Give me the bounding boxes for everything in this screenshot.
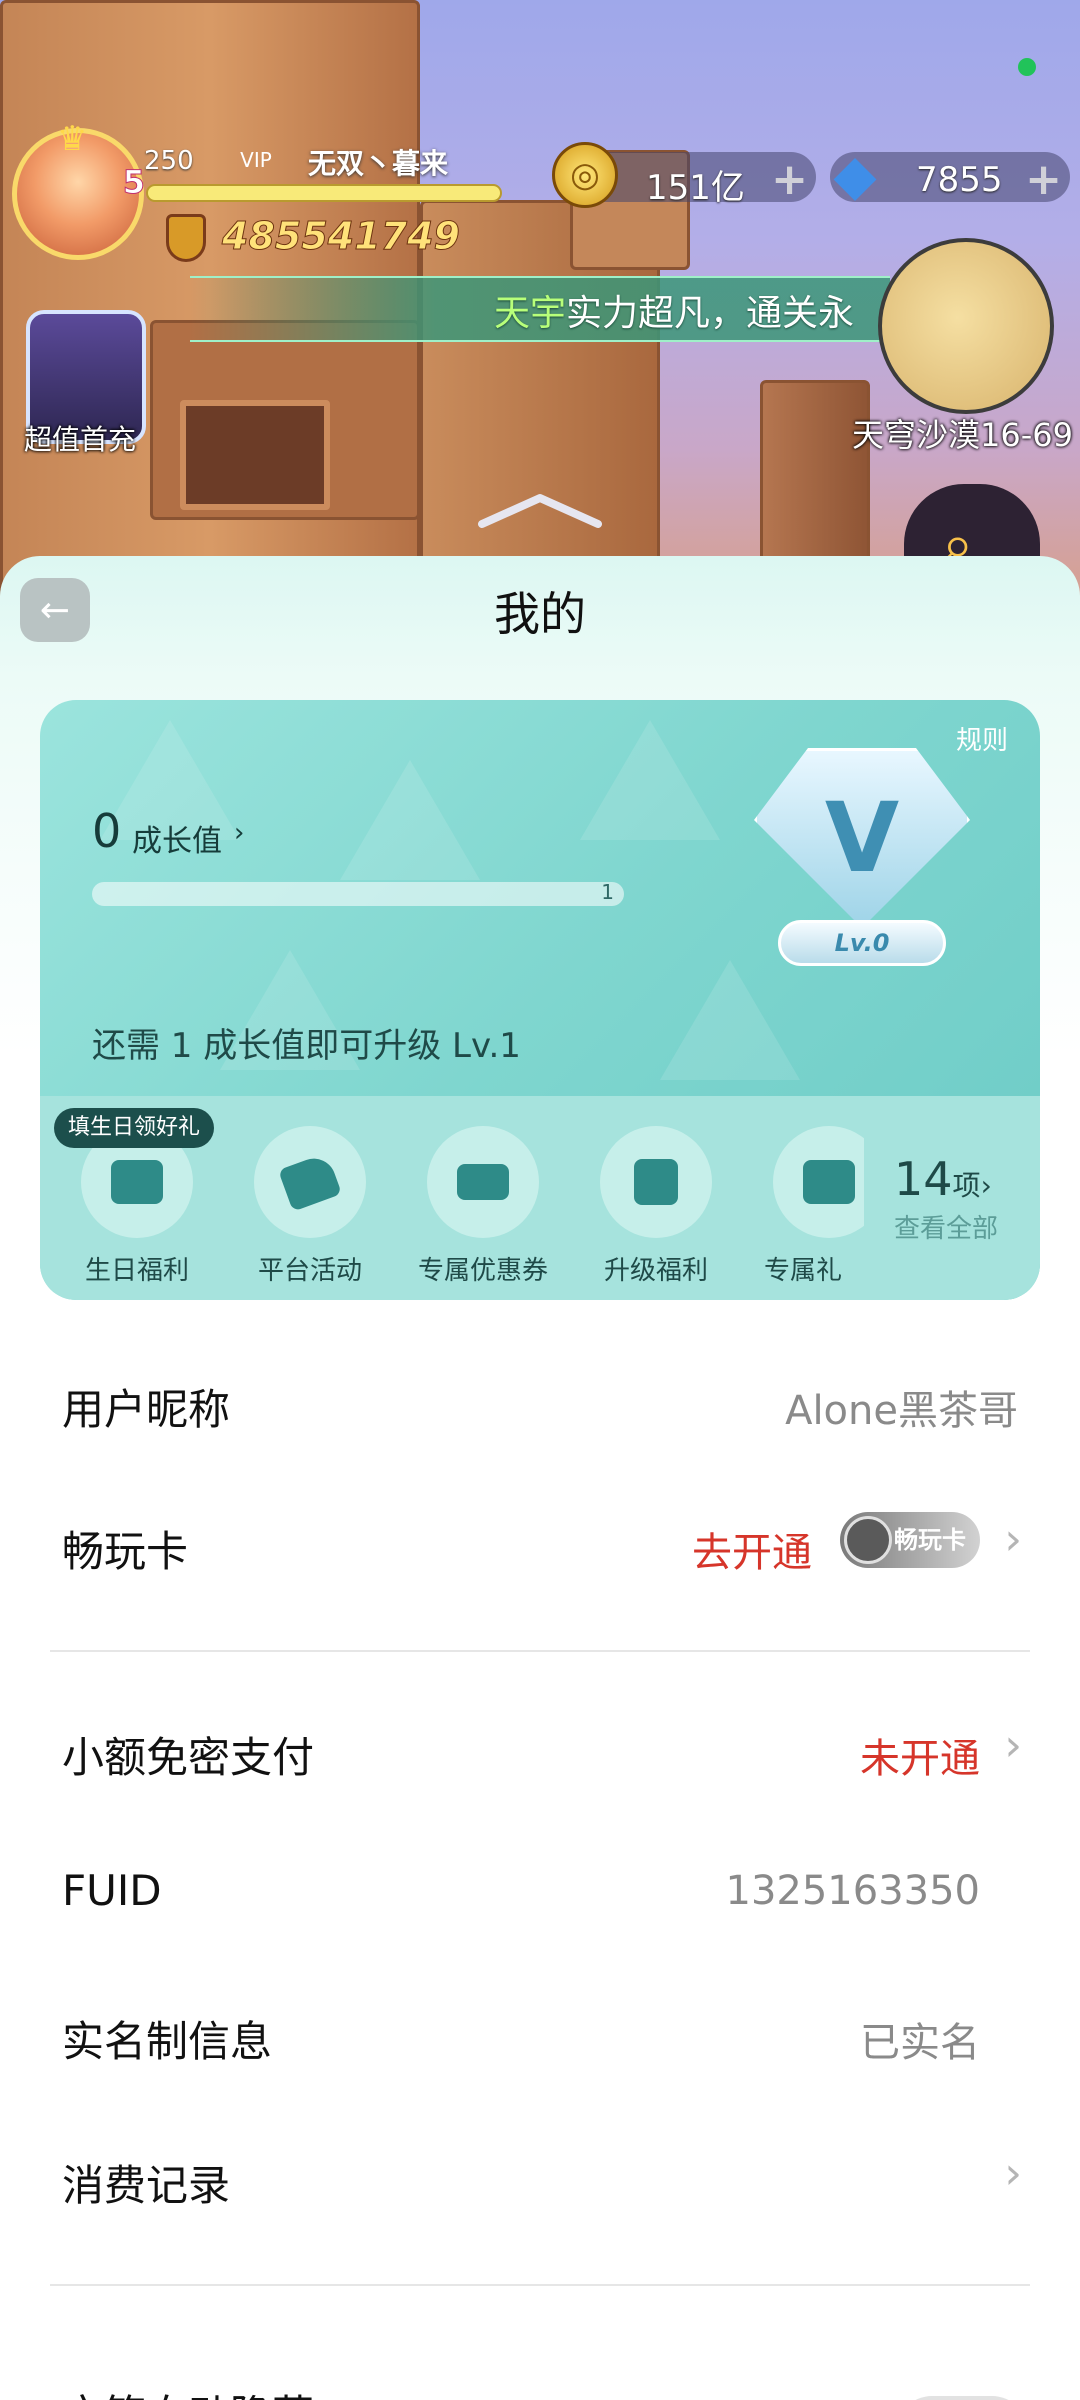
decor-triangle bbox=[340, 760, 480, 880]
ruin-window bbox=[180, 400, 330, 510]
benefit-label: 平台活动 bbox=[257, 1256, 362, 1286]
player-name: 无双丶暮来 bbox=[308, 147, 449, 180]
power-shield-icon bbox=[166, 214, 206, 262]
vip-level-label: Lv.0 bbox=[778, 920, 946, 966]
benefit-label: 专属优惠券 bbox=[417, 1256, 548, 1286]
benefit-birthday[interactable]: 生日福利 bbox=[62, 1126, 212, 1287]
purchase-history-label: 消费记录 bbox=[62, 2161, 231, 2210]
progress-target: 1 bbox=[601, 880, 614, 904]
vip-level-badge: V Lv.0 bbox=[748, 748, 976, 980]
chevron-right-icon: › bbox=[980, 1169, 992, 1202]
my-account-sheet: ← 我的 规则 0 成长值 › 1 V Lv.0 还需 1 成长值即可升级 Lv… bbox=[0, 556, 1080, 2400]
growth-arrow-icon[interactable]: › bbox=[234, 818, 244, 848]
player-level: 250 bbox=[144, 146, 194, 176]
benefit-strip: 填生日领好礼 生日福利 平台活动 专属优惠券 升级福利 专属礼 14项› 查看全… bbox=[40, 1096, 1040, 1300]
play-pass-status[interactable]: 去开通 bbox=[692, 1520, 812, 1578]
gift-icon bbox=[773, 1126, 864, 1238]
crown-icon: ♛ bbox=[57, 119, 88, 159]
power-value: 485541749 bbox=[222, 214, 461, 259]
row-chest-auto-hide[interactable]: 宝箱自动隐藏 bbox=[0, 2338, 1080, 2400]
vip-tag: VIP bbox=[240, 148, 272, 172]
play-pass-label: 畅玩卡 bbox=[62, 1527, 189, 1576]
gem-amount: 7855 bbox=[916, 160, 1003, 200]
coupon-icon bbox=[427, 1126, 539, 1238]
divider bbox=[50, 1650, 1030, 1652]
gem-icon bbox=[844, 1516, 892, 1564]
gold-amount: 151亿 bbox=[646, 168, 745, 208]
nickname-label: 用户昵称 bbox=[62, 1385, 231, 1434]
fuid-label: FUID bbox=[62, 1866, 162, 1915]
row-fuid: FUID 1325163350 bbox=[0, 1822, 1080, 1962]
nickname-value: Alone黑茶哥 bbox=[785, 1388, 1018, 1434]
row-small-payment[interactable]: 小额免密支付 未开通 › bbox=[0, 1680, 1080, 1820]
divider bbox=[50, 2284, 1030, 2286]
upgrade-hint: 还需 1 成长值即可升级 Lv.1 bbox=[92, 1026, 521, 1066]
upgrade-icon bbox=[600, 1126, 712, 1238]
view-all-benefits[interactable]: 14项› 查看全部 bbox=[894, 1152, 1034, 1245]
decor-triangle bbox=[580, 720, 720, 840]
announcement-text: 天宇实力超凡，通关永 bbox=[494, 293, 855, 334]
small-payment-status: 未开通 bbox=[860, 1736, 980, 1782]
add-gem-button[interactable]: + bbox=[1025, 154, 1062, 205]
player-avatar[interactable]: ♛ 5 bbox=[12, 119, 146, 260]
vip-card: 规则 0 成长值 › 1 V Lv.0 还需 1 成长值即可升级 Lv.1 填生… bbox=[40, 700, 1040, 1300]
online-status-dot bbox=[1018, 58, 1036, 76]
chevron-right-icon: › bbox=[1004, 1514, 1022, 1565]
first-recharge-label: 超值首充 bbox=[24, 423, 137, 456]
realname-value: 已实名 bbox=[860, 2020, 980, 2066]
row-realname[interactable]: 实名制信息 已实名 bbox=[0, 1964, 1080, 2104]
chest-auto-hide-toggle[interactable] bbox=[896, 2396, 1028, 2400]
exp-bar bbox=[146, 184, 502, 202]
add-gold-button[interactable]: + bbox=[771, 154, 808, 205]
realname-label: 实名制信息 bbox=[62, 2017, 273, 2066]
benefit-label: 生日福利 bbox=[84, 1256, 189, 1286]
gem-currency: ◆ 7855 + bbox=[830, 143, 1070, 208]
row-nickname[interactable]: 用户昵称 Alone黑茶哥 bbox=[0, 1332, 1080, 1472]
page-title: 我的 bbox=[494, 587, 586, 641]
view-all-label: 查看全部 bbox=[894, 1214, 999, 1244]
growth-value: 0 bbox=[92, 804, 122, 858]
vip-letter: V bbox=[824, 782, 900, 894]
growth-label[interactable]: 成长值 bbox=[132, 816, 222, 860]
chest-auto-hide-label: 宝箱自动隐藏 bbox=[62, 2382, 314, 2400]
row-purchase-history[interactable]: 消费记录 › bbox=[0, 2108, 1080, 2248]
benefit-label: 专属礼 bbox=[764, 1256, 843, 1286]
row-play-pass[interactable]: 畅玩卡 去开通 畅玩卡 › bbox=[0, 1474, 1080, 1614]
chevron-right-icon: › bbox=[1004, 2148, 1022, 2199]
gold-coin-icon: ◎ bbox=[552, 142, 618, 208]
benefit-count: 14 bbox=[894, 1152, 953, 1206]
benefit-exclusive-gift[interactable]: 专属礼 bbox=[754, 1126, 864, 1287]
minimap[interactable] bbox=[878, 238, 1054, 414]
birthday-tag[interactable]: 填生日领好礼 bbox=[54, 1108, 215, 1148]
tag-icon bbox=[254, 1126, 366, 1238]
growth-progress-bar: 1 bbox=[92, 880, 624, 906]
benefit-coupons[interactable]: 专属优惠券 bbox=[408, 1126, 558, 1287]
benefit-upgrade[interactable]: 升级福利 bbox=[581, 1126, 731, 1287]
fuid-value: 1325163350 bbox=[725, 1868, 981, 1914]
minimap-location: 天穹沙漠16-69 bbox=[852, 416, 1073, 454]
benefit-unit: 项 bbox=[952, 1169, 981, 1202]
gold-currency: ◎ 151亿 + bbox=[552, 142, 816, 208]
play-pass-badge: 畅玩卡 bbox=[840, 1512, 980, 1568]
chevron-right-icon: › bbox=[1004, 1720, 1022, 1771]
benefit-platform-events[interactable]: 平台活动 bbox=[235, 1126, 385, 1287]
benefit-label: 升级福利 bbox=[603, 1256, 708, 1286]
hero-level-badge: 5 bbox=[122, 163, 145, 202]
diamond-icon: ◆ bbox=[833, 142, 877, 208]
sheet-handle-chevron-icon[interactable] bbox=[476, 490, 604, 530]
small-payment-label: 小额免密支付 bbox=[62, 1733, 315, 1782]
